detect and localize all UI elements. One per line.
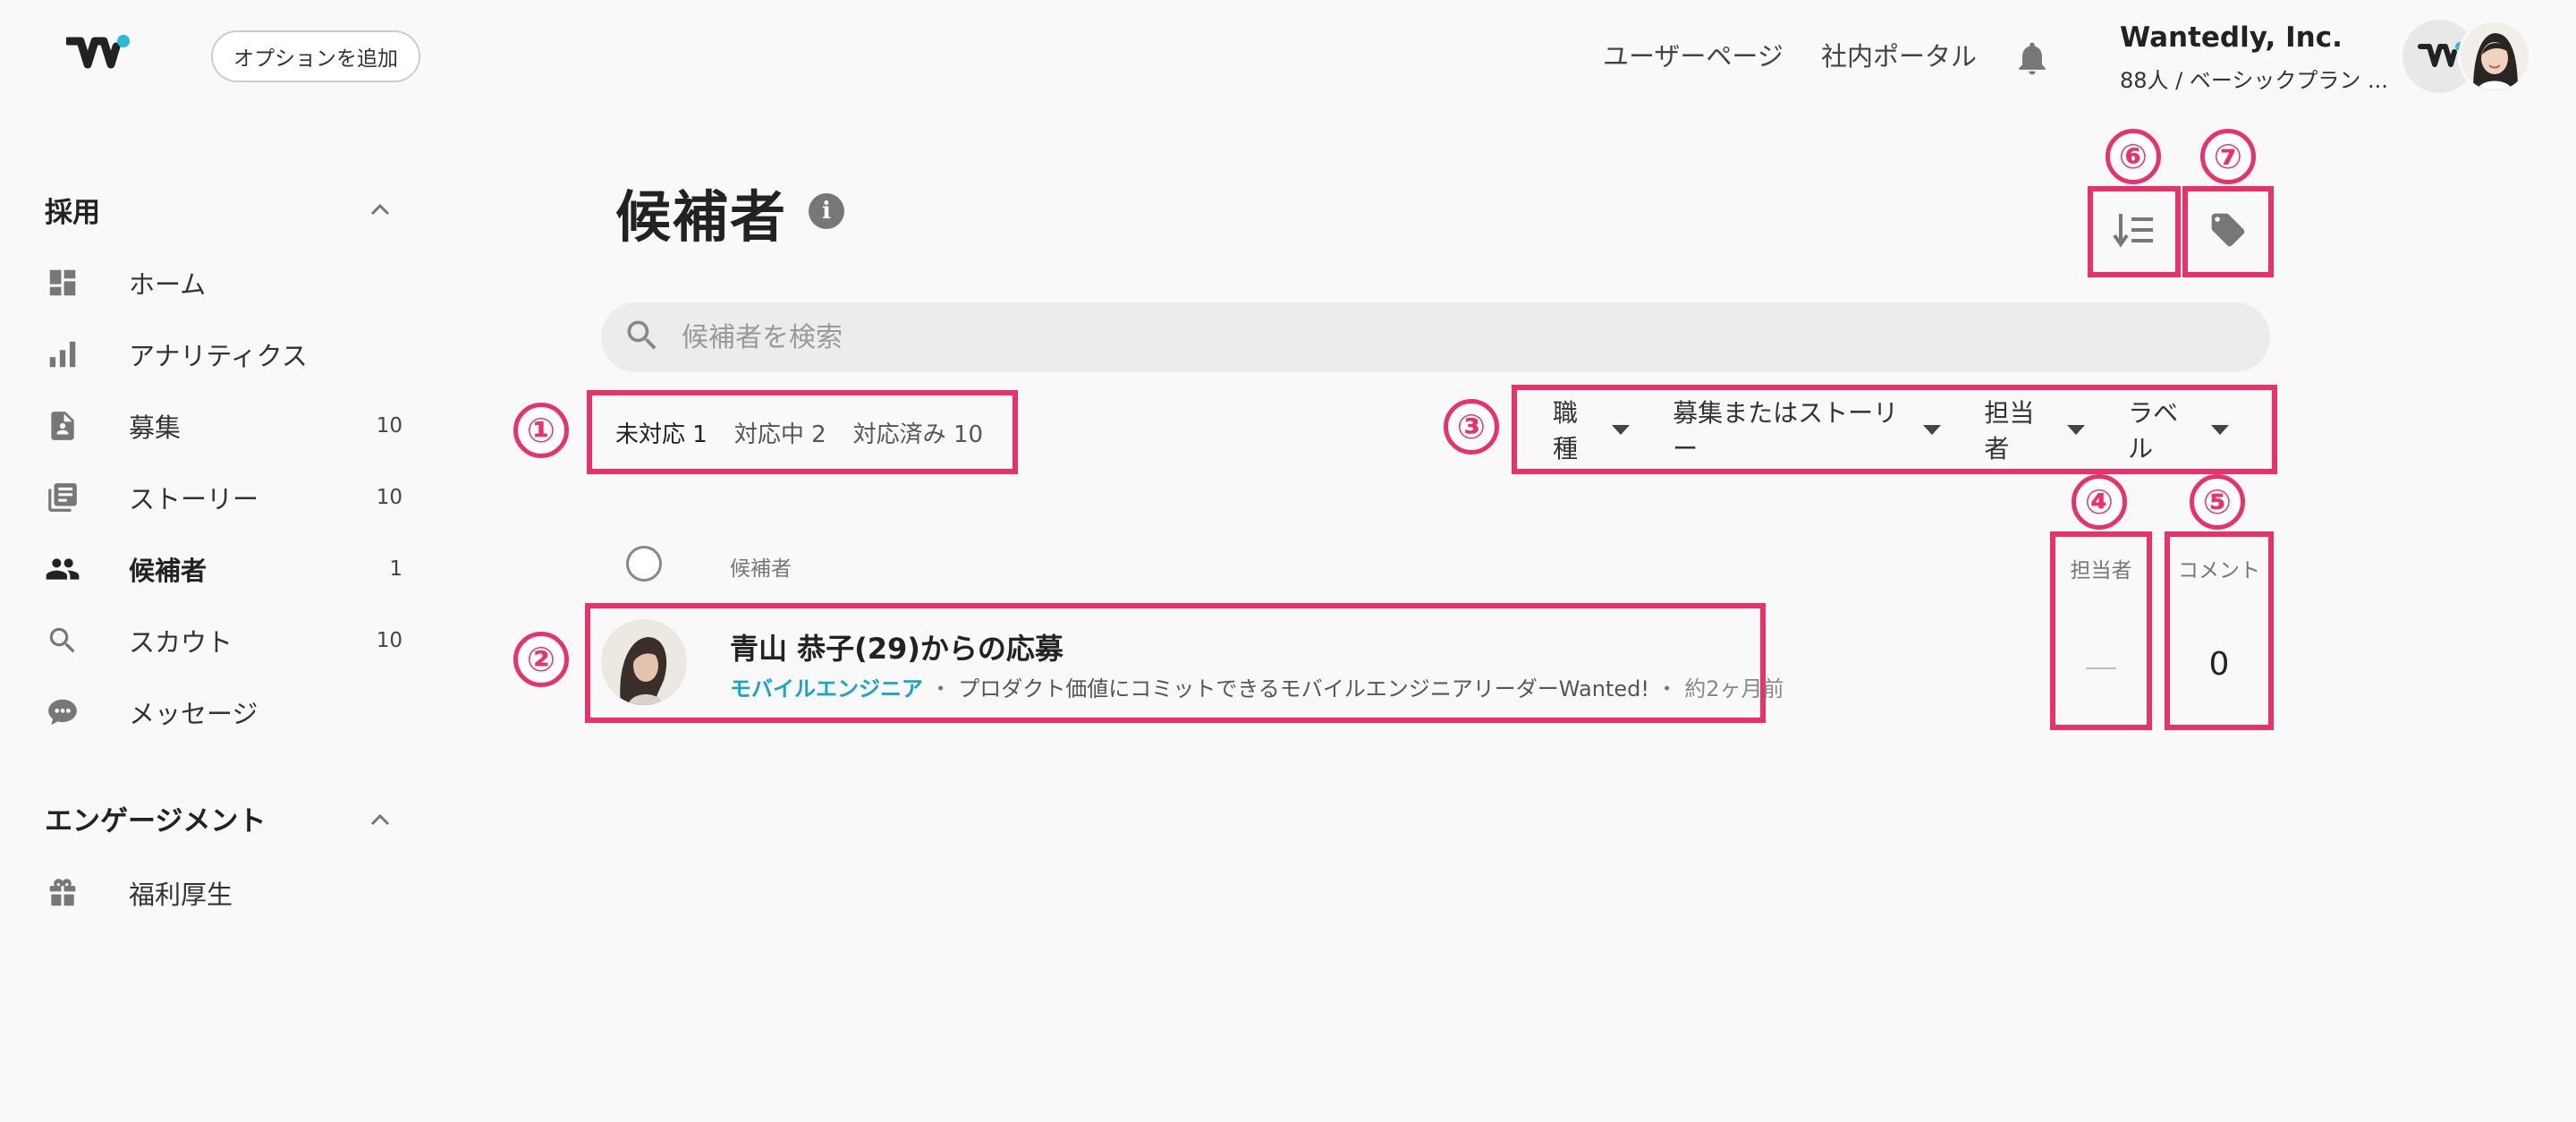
sort-icon: [2112, 210, 2157, 253]
sidebar-item-count: 10: [376, 486, 402, 509]
sidebar-item-label: 募集: [129, 412, 182, 443]
sidebar-item-story[interactable]: ストーリー 10: [45, 471, 402, 524]
annotation-marker-1: ①: [513, 403, 569, 458]
sidebar-item-count: 10: [376, 414, 402, 438]
sidebar-item-label: アナリティクス: [129, 341, 308, 371]
sidebar-item-label: スカウト: [129, 627, 233, 658]
gift-icon: [45, 875, 80, 911]
filter-job-type-dropdown[interactable]: 職種: [1553, 394, 1631, 465]
status-tabs: 未対応 1 対応中 2 対応済み 10: [587, 390, 1018, 474]
column-header-candidate: 候補者: [730, 557, 792, 581]
label-button[interactable]: [2182, 186, 2274, 277]
sidebar-item-count: 10: [376, 629, 402, 652]
search-bar[interactable]: [601, 302, 2270, 372]
annotation-marker-7: ⑦: [2200, 129, 2256, 184]
candidate-name[interactable]: 青山 恭子(29)からの応募: [730, 626, 1063, 667]
sidebar-item-label: メッセージ: [129, 699, 258, 729]
filter-bar: 職種 募集またはストーリー 担当者 ラベル: [1512, 385, 2277, 474]
candidate-meta: モバイルエンジニア ・ プロダクト価値にコミットできるモバイルエンジニアリーダー…: [730, 676, 1784, 701]
story-icon: [45, 480, 80, 515]
annotation-marker-5: ⑤: [2190, 474, 2245, 530]
comment-column: コメント 0: [2165, 531, 2274, 730]
annotation-marker-3: ③: [1444, 399, 1499, 455]
caret-down-icon: [2067, 424, 2086, 435]
notification-bell-icon[interactable]: [2012, 38, 2052, 79]
comment-count[interactable]: 0: [2170, 646, 2268, 683]
sidebar-section-engagement: エンゲージメント: [45, 805, 267, 837]
user-page-link[interactable]: ユーザーページ: [1603, 36, 1784, 77]
candidate-role-link[interactable]: モバイルエンジニア: [730, 676, 923, 701]
sidebar-item-message[interactable]: メッセージ: [45, 685, 402, 739]
tag-icon: [2208, 210, 2248, 253]
chat-bubble-icon: [45, 694, 80, 730]
internal-portal-link[interactable]: 社内ポータル: [1821, 36, 1977, 77]
tab-in-progress[interactable]: 対応中 2: [734, 416, 826, 449]
candidate-time: 約2ヶ月前: [1684, 676, 1784, 701]
search-icon: [623, 316, 662, 359]
select-all-checkbox[interactable]: [626, 546, 662, 582]
wantedly-logo[interactable]: [64, 34, 131, 81]
add-option-button[interactable]: オプションを追加: [211, 30, 420, 82]
people-icon: [45, 551, 80, 587]
candidate-job-title[interactable]: プロダクト価値にコミットできるモバイルエンジニアリーダーWanted!: [958, 676, 1649, 701]
page-title: 候補者: [615, 184, 788, 250]
annotation-marker-6: ⑥: [2106, 129, 2161, 184]
annotation-marker-2: ②: [513, 632, 569, 687]
sidebar-item-label: ストーリー: [129, 484, 259, 514]
filter-owner-dropdown[interactable]: 担当者: [1984, 394, 2086, 465]
chevron-up-icon[interactable]: [370, 812, 390, 826]
search-input[interactable]: [680, 320, 2200, 354]
search-icon: [45, 623, 80, 659]
plan-info: 88人 / ベーシックプラン ...: [2120, 68, 2388, 93]
sidebar-item-scout[interactable]: スカウト 10: [45, 614, 402, 667]
caret-down-icon: [2211, 424, 2229, 435]
sort-button[interactable]: [2088, 186, 2181, 277]
sidebar-item-count: 1: [389, 557, 402, 581]
company-name: Wantedly, Inc.: [2120, 21, 2343, 54]
sidebar-item-benefits[interactable]: 福利厚生: [45, 866, 402, 920]
user-avatar[interactable]: [2458, 20, 2531, 93]
column-header-comment: コメント: [2178, 559, 2260, 582]
sidebar-item-recruit[interactable]: 募集 10: [45, 399, 402, 453]
recruit-document-icon: [45, 408, 80, 444]
owner-empty-dash[interactable]: [2086, 667, 2116, 669]
sidebar-item-label: 候補者: [129, 556, 208, 586]
filter-label-dropdown[interactable]: ラベル: [2128, 394, 2229, 465]
bar-chart-icon: [45, 336, 80, 372]
sidebar-item-home[interactable]: ホーム: [45, 256, 402, 310]
tab-unhandled[interactable]: 未対応 1: [615, 416, 708, 449]
sidebar-item-label: 福利厚生: [129, 880, 233, 910]
sidebar-item-candidates[interactable]: 候補者 1: [45, 542, 402, 596]
sidebar-item-analytics[interactable]: アナリティクス: [45, 327, 402, 381]
caret-down-icon: [1612, 424, 1631, 435]
dashboard-icon: [45, 265, 80, 301]
sidebar-section-recruit: 採用: [45, 197, 100, 229]
filter-recruit-story-dropdown[interactable]: 募集またはストーリー: [1673, 394, 1942, 465]
caret-down-icon: [1923, 424, 1942, 435]
chevron-up-icon[interactable]: [370, 202, 390, 216]
sidebar-item-label: ホーム: [129, 269, 207, 300]
info-icon[interactable]: i: [809, 193, 844, 229]
owner-column: 担当者: [2050, 531, 2152, 730]
tab-handled[interactable]: 対応済み 10: [853, 416, 983, 449]
candidate-avatar[interactable]: [601, 619, 687, 705]
annotation-marker-4: ④: [2072, 474, 2127, 530]
column-header-owner: 担当者: [2070, 559, 2132, 582]
